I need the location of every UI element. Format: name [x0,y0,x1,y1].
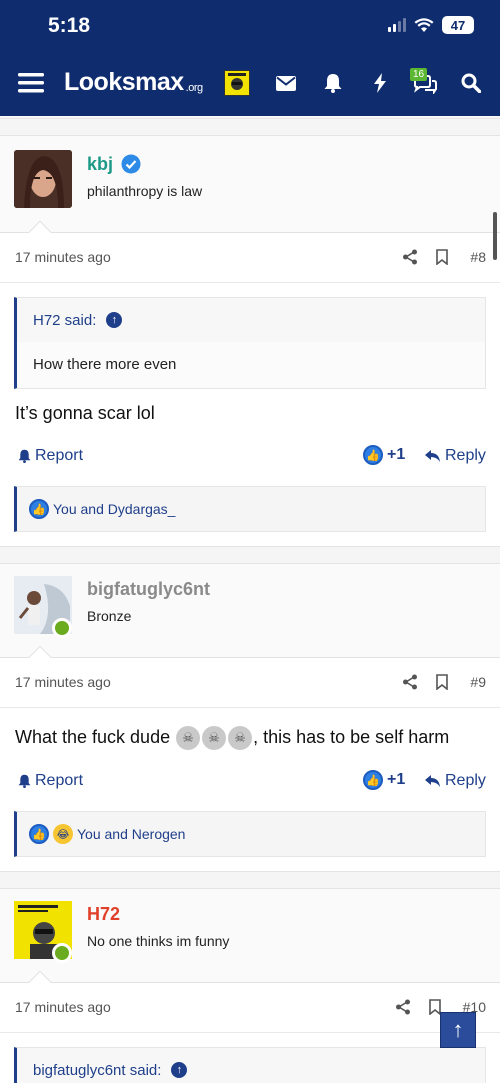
post-text: It’s gonna scar lol [15,403,155,423]
scrollbar[interactable] [493,212,497,260]
share-icon[interactable] [400,671,420,693]
signal-icon [388,18,406,32]
post-text-end: , this has to be self harm [253,726,450,747]
status-time: 5:18 [48,14,91,37]
reactions-text: You and Dydargas_ [53,501,176,517]
online-indicator [52,618,72,638]
post-timestamp[interactable]: 17 minutes ago [15,674,111,690]
quote-block: bigfatuglyc6nt said: ↑ [14,1047,486,1083]
laugh-icon: 😂 [53,824,73,844]
site-logo[interactable]: Looksmax .org [64,68,203,97]
post-timestamp[interactable]: 17 minutes ago [15,249,111,265]
quote-author: H72 said: [33,312,97,329]
up-arrow-icon[interactable]: ↑ [171,1062,188,1078]
post-separator [0,871,500,889]
username[interactable]: bigfatuglyc6nt [87,579,210,600]
report-label: Report [35,772,84,789]
reply-icon [425,450,440,462]
like-icon: 👍 [29,824,49,844]
post-body: 17 minutes ago #10 bigfatuglyc6nt said: … [0,983,500,1083]
like-icon: 👍 [363,770,383,790]
post-separator [0,546,500,564]
logo-text: Looksmax [64,68,184,96]
bell-icon [18,449,31,463]
post-user-block: kbj philanthropy is law [0,136,500,244]
user-title: Bronze [87,608,132,624]
reactions-text: You and Nerogen [77,826,186,842]
post-number[interactable]: #8 [470,249,486,265]
quote-author: bigfatuglyc6nt said: [33,1062,162,1079]
nav-bar: Looksmax .org 16 [0,62,500,106]
reactions-bar[interactable]: 👍 You and Dydargas_ [14,486,486,532]
username[interactable]: H72 [87,904,120,925]
verified-icon [121,154,141,174]
share-icon[interactable] [400,246,420,268]
post-text: What the fuck dude ☠ ☠ ☠, this has to be s… [15,726,449,750]
like-button[interactable]: 👍 +1 [363,770,405,790]
post-text-start: What the fuck dude [15,726,171,747]
menu-icon[interactable] [18,72,44,94]
avatar[interactable] [14,150,72,208]
quote-header[interactable]: H72 said: ↑ [17,298,485,342]
post-user-block: H72 No one thinks im funny [0,889,500,994]
scroll-to-top-button[interactable]: ↑ [440,1012,476,1048]
skull-icon: ☠ [176,726,201,750]
search-icon[interactable] [460,72,482,94]
notification-badge: 16 [410,68,428,81]
like-count: +1 [387,446,406,463]
report-button[interactable]: Report [18,772,83,790]
post-separator [0,118,500,136]
app-header: 5:18 47 Looksmax .org 16 [0,0,500,116]
quote-block: H72 said: ↑ How there more even [14,297,486,389]
account-avatar[interactable] [224,70,250,96]
avatar[interactable] [14,576,72,638]
skull-icon: ☠ [228,726,253,750]
reply-label: Reply [445,772,486,789]
report-label: Report [35,447,84,464]
post-meta: 17 minutes ago #9 [0,658,500,708]
share-icon[interactable] [393,996,413,1018]
online-indicator [52,943,72,963]
report-button[interactable]: Report [18,447,83,465]
username[interactable]: kbj [87,154,113,175]
wifi-icon [414,17,434,32]
bookmark-icon[interactable] [432,246,452,268]
post-meta: 17 minutes ago #8 [0,233,500,283]
bolt-icon[interactable] [369,72,391,94]
post-number[interactable]: #9 [470,674,486,690]
post-user-block: bigfatuglyc6nt Bronze [0,564,500,669]
reply-button[interactable]: Reply [425,447,486,465]
bell-icon[interactable] [322,72,344,94]
reply-label: Reply [445,447,486,464]
post-body: 17 minutes ago #9 What the fuck dude ☠ ☠ ☠… [0,658,500,871]
up-arrow-icon[interactable]: ↑ [106,312,123,328]
skull-icon: ☠ [202,726,227,750]
quote-header[interactable]: bigfatuglyc6nt said: ↑ [17,1048,485,1083]
battery-indicator: 47 [442,16,474,34]
up-arrow-icon: ↑ [452,1017,464,1042]
bookmark-icon[interactable] [432,671,452,693]
thread-feed: kbj philanthropy is law 17 minutes ago #… [0,116,500,1083]
bell-icon [18,774,31,788]
reply-button[interactable]: Reply [425,772,486,790]
like-icon: 👍 [29,499,49,519]
mail-icon[interactable] [275,74,297,92]
reply-icon [425,775,440,787]
quote-text: How there more even [17,342,485,388]
avatar[interactable] [14,901,72,963]
like-button[interactable]: 👍 +1 [363,445,405,465]
like-icon: 👍 [363,445,383,465]
reactions-bar[interactable]: 👍 😂 You and Nerogen [14,811,486,857]
user-title: philanthropy is law [87,183,203,199]
post-timestamp[interactable]: 17 minutes ago [15,999,111,1015]
logo-suffix: .org [185,81,203,94]
like-count: +1 [387,771,406,788]
status-icons: 47 [388,16,474,34]
post-meta: 17 minutes ago #10 [0,983,500,1033]
post-body: 17 minutes ago #8 H72 said: ↑ How there … [0,233,500,546]
user-title: No one thinks im funny [87,933,230,949]
